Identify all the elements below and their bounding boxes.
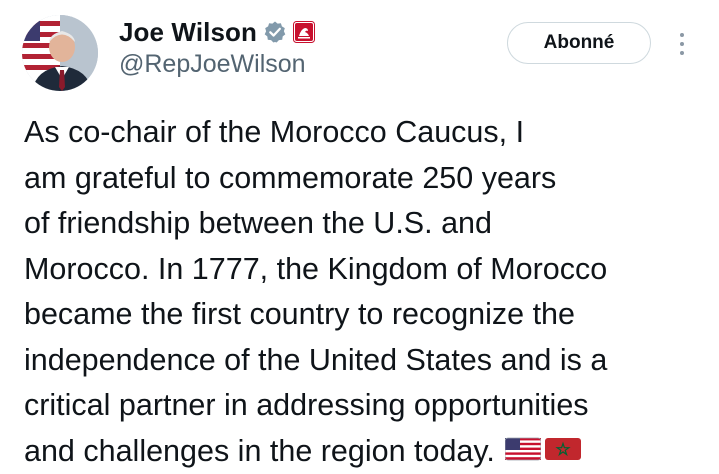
tweet-line: am grateful to commemorate 250 years (24, 156, 714, 202)
more-dot (680, 42, 684, 46)
author-display-name[interactable]: Joe Wilson (119, 17, 257, 48)
government-badge-icon (293, 21, 315, 43)
tweet-line: independence of the United States and is… (24, 338, 714, 384)
avatar[interactable] (22, 15, 98, 91)
tweet-line: of friendship between the U.S. and (24, 201, 714, 247)
tweet-text: As co-chair of the Morocco Caucus, I am … (24, 110, 714, 474)
flag-emoji-group (505, 436, 581, 462)
tweet-line: and challenges in the region today. (24, 434, 495, 468)
following-button[interactable]: Abonné (507, 22, 651, 64)
author-handle[interactable]: @RepJoeWilson (119, 50, 306, 79)
profile-photo (22, 15, 98, 91)
tweet: Joe Wilson @RepJoeWilson Abonné As co-ch… (0, 0, 719, 470)
tweet-line: Morocco. In 1777, the Kingdom of Morocco (24, 247, 714, 293)
tweet-line: As co-chair of the Morocco Caucus, I (24, 110, 714, 156)
tweet-line-last: and challenges in the region today. (24, 429, 714, 474)
author-name-row: Joe Wilson (119, 14, 315, 50)
flag-morocco-icon (545, 436, 581, 462)
flag-united-states-icon (505, 436, 541, 462)
more-options-icon[interactable] (672, 27, 692, 61)
more-dot (680, 33, 684, 37)
more-dot (680, 51, 684, 55)
tweet-line: became the first country to recognize th… (24, 292, 714, 338)
verified-check-icon (263, 20, 287, 44)
tweet-line: critical partner in addressing opportuni… (24, 383, 714, 429)
